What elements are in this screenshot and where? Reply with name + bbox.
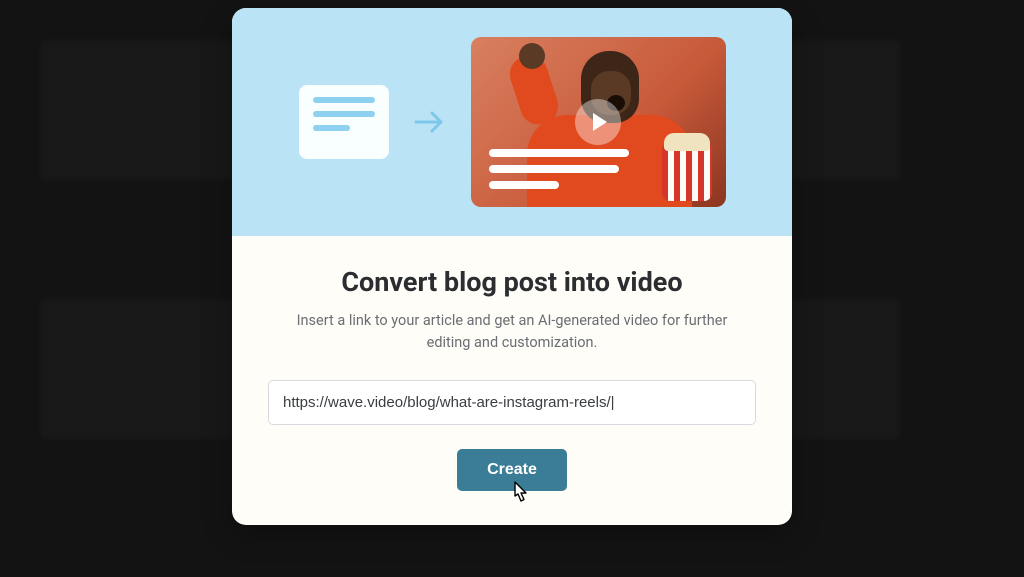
arrow-right-icon [413, 108, 447, 136]
convert-blog-modal: Convert blog post into video Insert a li… [232, 8, 792, 525]
modal-hero [232, 8, 792, 236]
video-thumbnail [471, 37, 726, 207]
create-button[interactable]: Create [457, 449, 567, 491]
document-icon [299, 85, 389, 159]
play-icon [575, 99, 621, 145]
modal-content: Convert blog post into video Insert a li… [232, 236, 792, 525]
article-url-input[interactable] [268, 380, 756, 425]
modal-subtitle: Insert a link to your article and get an… [268, 310, 756, 354]
cursor-pointer-icon [507, 479, 533, 509]
caption-lines-icon [489, 149, 629, 189]
modal-title: Convert blog post into video [268, 266, 756, 298]
create-button-label: Create [487, 461, 537, 478]
